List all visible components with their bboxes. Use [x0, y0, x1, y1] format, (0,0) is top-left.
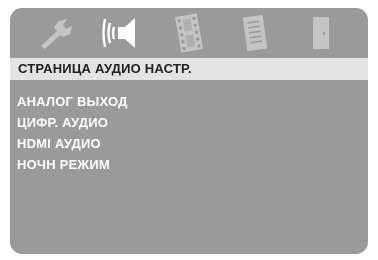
tab-general-setup[interactable] — [33, 11, 81, 55]
document-icon — [239, 13, 271, 53]
page-title: СТРАНИЦА АУДИО НАСТР. — [18, 61, 192, 76]
tab-preferences[interactable] — [231, 11, 279, 55]
menu-item-digital-audio[interactable]: ЦИФР. АУДИО — [17, 112, 128, 133]
audio-settings-menu: АНАЛОГ ВЫХОД ЦИФР. АУДИО HDMI АУДИО НОЧН… — [17, 91, 128, 175]
door-icon — [309, 13, 333, 53]
tab-exit[interactable] — [297, 11, 345, 55]
menu-item-analog-output[interactable]: АНАЛОГ ВЫХОД — [17, 91, 128, 112]
menu-item-hdmi-audio[interactable]: HDMI АУДИО — [17, 133, 128, 154]
tab-video-setup[interactable] — [165, 11, 213, 55]
tab-bar — [10, 8, 368, 58]
tab-audio-setup[interactable] — [99, 11, 147, 55]
wrench-icon — [37, 16, 77, 50]
film-icon — [172, 13, 206, 53]
page-title-bar: СТРАНИЦА АУДИО НАСТР. — [10, 58, 368, 80]
menu-item-night-mode[interactable]: НОЧН РЕЖИМ — [17, 154, 128, 175]
speaker-icon — [102, 13, 144, 53]
screen: СТРАНИЦА АУДИО НАСТР. АНАЛОГ ВЫХОД ЦИФР.… — [0, 0, 378, 260]
settings-panel: СТРАНИЦА АУДИО НАСТР. АНАЛОГ ВЫХОД ЦИФР.… — [10, 8, 368, 254]
